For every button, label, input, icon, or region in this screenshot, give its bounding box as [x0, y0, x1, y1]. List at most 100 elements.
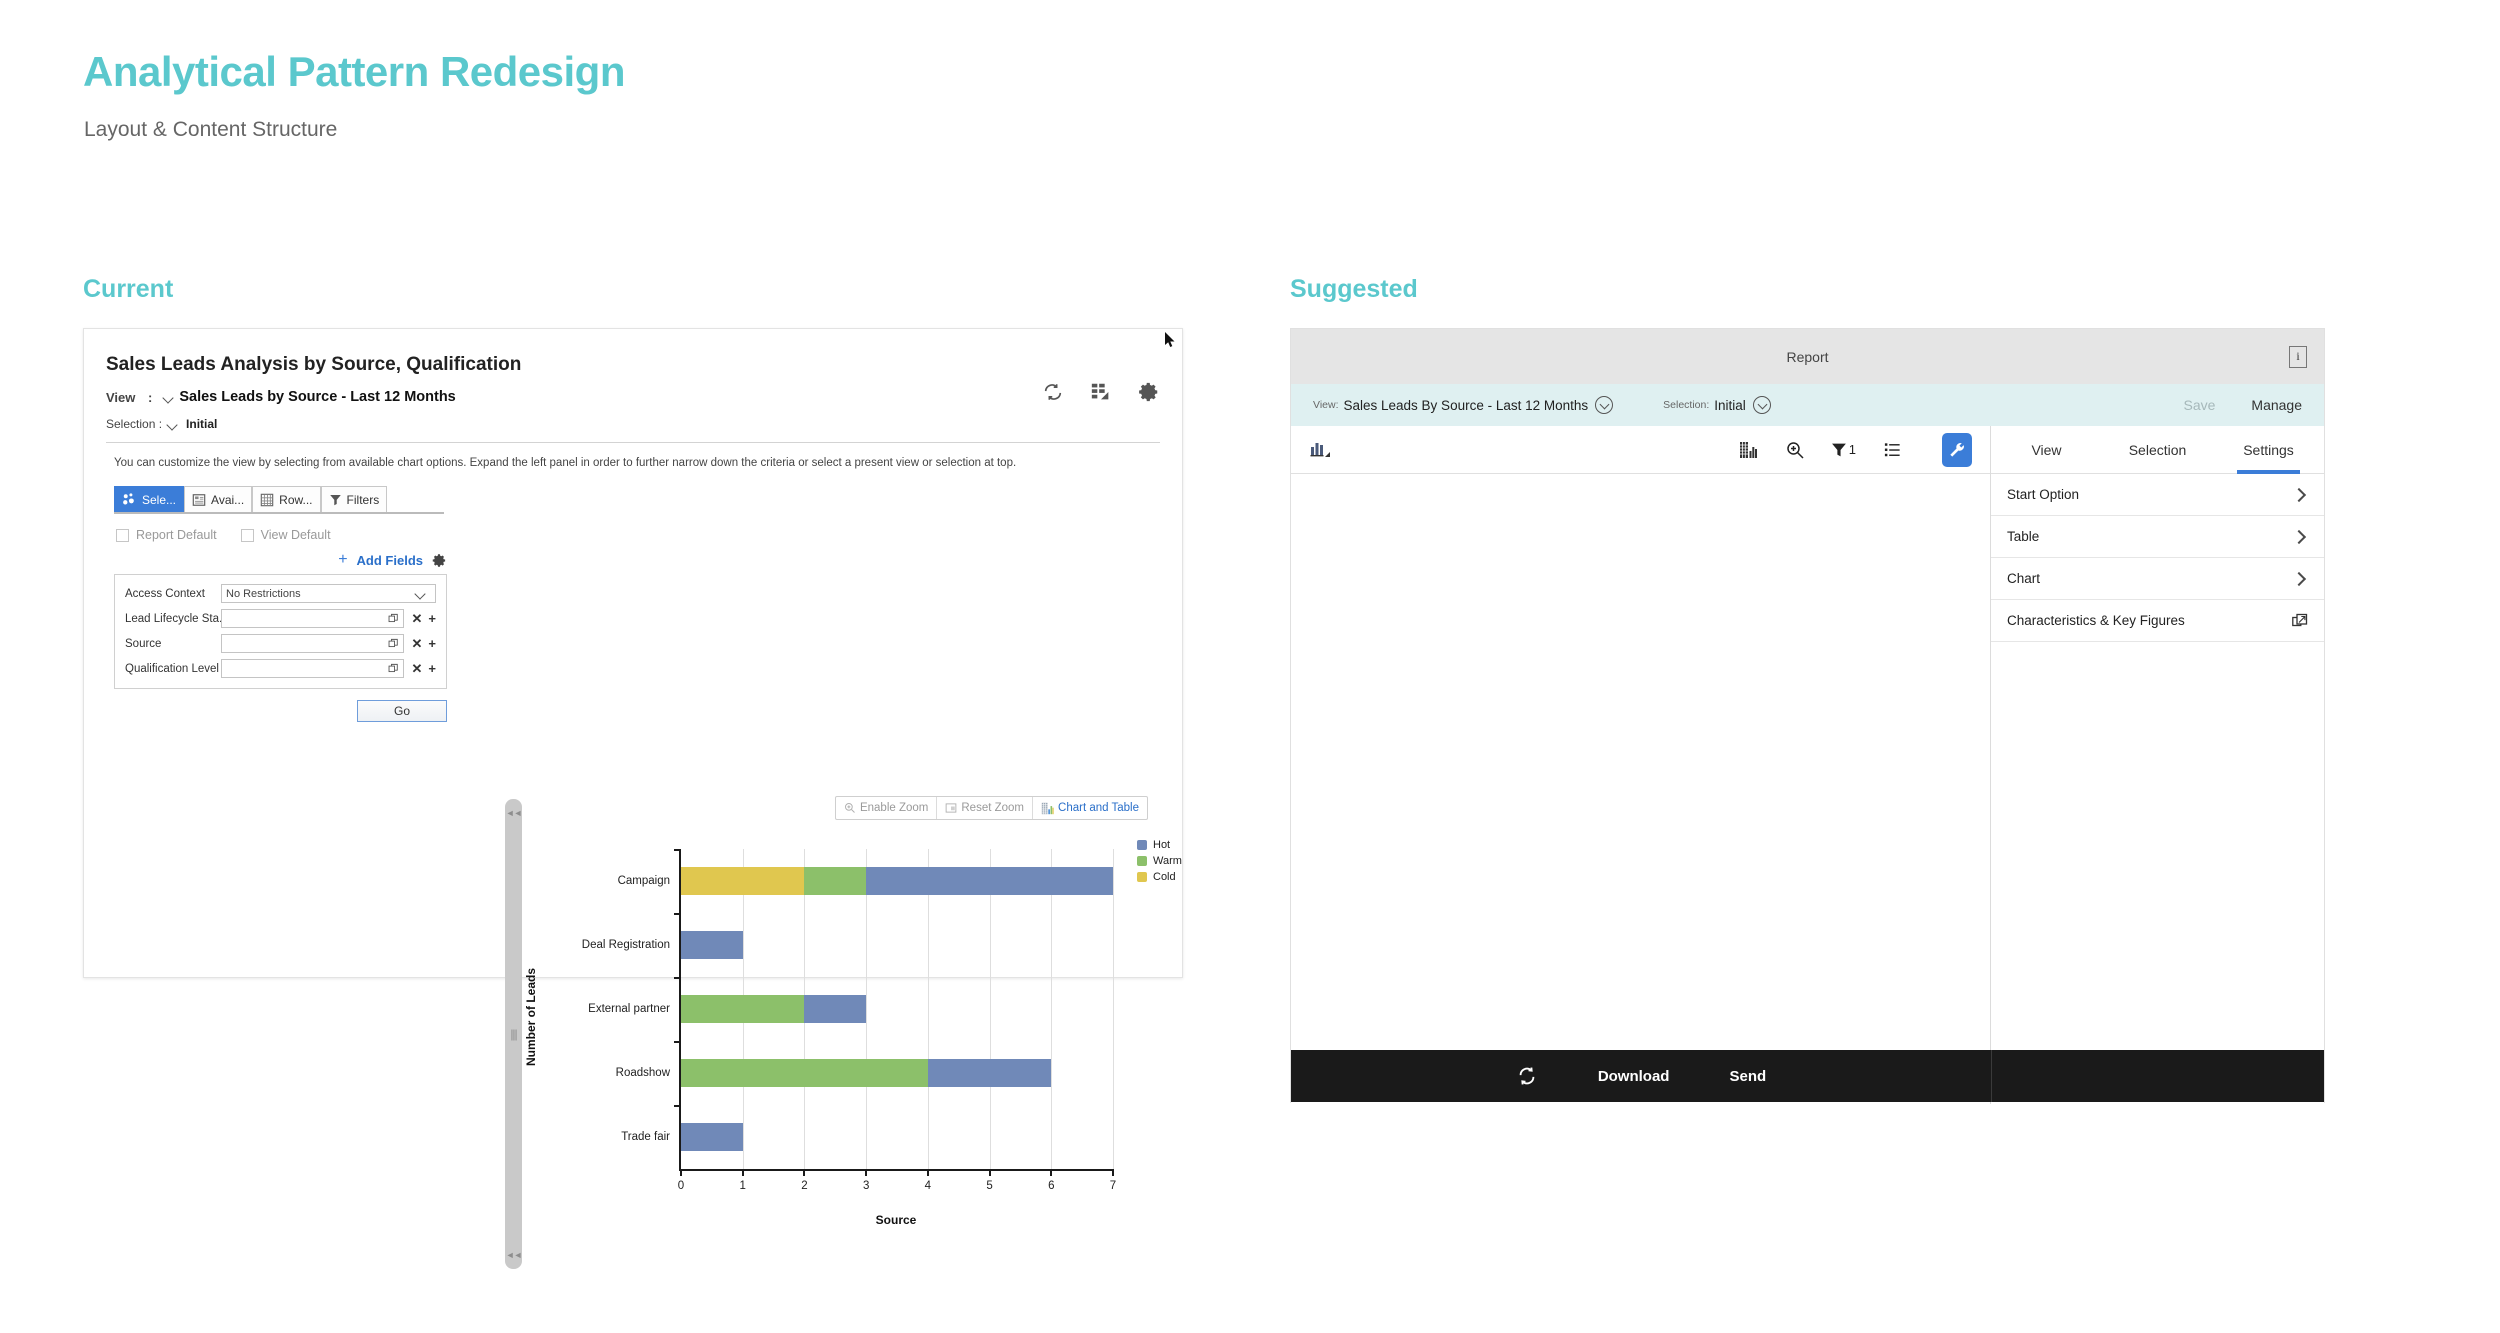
remove-field-icon[interactable]: ✕ — [412, 637, 423, 650]
legend-item[interactable]: Cold — [1137, 871, 1182, 883]
view-value[interactable]: Sales Leads by Source - Last 12 Months — [179, 389, 455, 405]
legend-item[interactable]: Warm — [1137, 855, 1182, 867]
access-context-select[interactable]: No Restrictions — [221, 584, 436, 603]
go-button[interactable]: Go — [357, 700, 447, 722]
checkbox-box[interactable] — [116, 528, 129, 542]
settings-item-label: Start Option — [2007, 487, 2080, 502]
chart-and-table-button[interactable]: Chart and Table — [1033, 797, 1147, 819]
settings-item-start-option[interactable]: Start Option — [1991, 474, 2324, 516]
x-axis-tick-label: 6 — [1048, 1180, 1055, 1192]
tab-available[interactable]: Avai... — [184, 486, 253, 512]
add-field-icon[interactable]: + — [428, 612, 436, 625]
save-button[interactable]: Save — [2183, 397, 2215, 413]
current-design-panel: Sales Leads Analysis by Source, Qualific… — [83, 328, 1183, 1269]
checkbox-view-default[interactable]: View Default — [240, 528, 331, 542]
settings-gear-icon[interactable] — [1138, 381, 1160, 403]
add-fields-link[interactable]: Add Fields — [357, 553, 423, 568]
manage-button[interactable]: Manage — [2251, 397, 2302, 413]
chart-bar[interactable] — [681, 1059, 1052, 1087]
table-grid-icon[interactable] — [1737, 439, 1759, 461]
page-subtitle: Layout & Content Structure — [84, 118, 338, 141]
enable-zoom-button[interactable]: Enable Zoom — [836, 797, 938, 819]
value-help-icon[interactable] — [388, 663, 399, 674]
legend-swatch — [1137, 856, 1147, 866]
add-field-icon[interactable]: + — [428, 662, 436, 675]
chart-type-icon[interactable] — [1309, 439, 1331, 461]
chart-table-toggle-icon[interactable] — [1090, 381, 1112, 403]
value-help-icon[interactable] — [388, 613, 399, 624]
refresh-icon[interactable] — [1516, 1065, 1538, 1087]
selection-value[interactable]: Initial — [186, 417, 217, 431]
collapse-left-icon-top[interactable]: ◄◄ — [506, 808, 523, 818]
selection-selector-row[interactable]: Selection : Initial — [106, 417, 217, 431]
enable-zoom-label: Enable Zoom — [859, 802, 929, 814]
view-selector-row[interactable]: View : Sales Leads by Source - Last 12 M… — [106, 389, 456, 405]
selection-group: Selection: Initial — [1663, 396, 1771, 414]
filter-fields-box: Access Context No Restrictions Lead Life… — [114, 574, 447, 689]
chart-bar-segment[interactable] — [804, 995, 867, 1023]
info-icon[interactable]: i — [2289, 345, 2307, 368]
settings-item-chart[interactable]: Chart — [1991, 558, 2324, 600]
tab-view[interactable]: View — [1991, 426, 2102, 473]
field-label: Qualification Level — [125, 662, 219, 675]
reset-zoom-icon — [946, 803, 957, 813]
settings-item-table[interactable]: Table — [1991, 516, 2324, 558]
reset-zoom-button[interactable]: Reset Zoom — [937, 797, 1034, 819]
panel-splitter[interactable]: ◄◄ ||| ◄◄ — [505, 799, 522, 1269]
selection-label: Selection: — [1663, 399, 1710, 411]
checkbox-box[interactable] — [240, 528, 254, 542]
chart-bar-segment[interactable] — [681, 1123, 743, 1151]
x-axis-tick-label: 7 — [1109, 1180, 1117, 1192]
chart-bar-segment[interactable] — [681, 867, 805, 895]
legend-item[interactable]: Hot — [1137, 839, 1182, 851]
wrench-icon[interactable] — [1942, 432, 1972, 467]
chart-bar-segment[interactable] — [681, 1059, 928, 1087]
available-fields-icon — [192, 493, 206, 506]
chart-bar[interactable] — [681, 995, 867, 1023]
download-button[interactable]: Download — [1598, 1068, 1670, 1085]
chart-bar[interactable] — [681, 1123, 743, 1151]
tab-rows[interactable]: Row... — [252, 486, 321, 512]
chart-bar-segment[interactable] — [804, 867, 867, 895]
chart-bar-segment[interactable] — [681, 995, 805, 1023]
tab-filters-label: Filters — [346, 492, 380, 507]
source-input[interactable] — [221, 634, 404, 653]
send-button[interactable]: Send — [1729, 1068, 1766, 1085]
remove-field-icon[interactable]: ✕ — [412, 662, 423, 675]
chevron-down-icon[interactable] — [162, 391, 175, 404]
lead-lifecycle-input[interactable] — [221, 609, 404, 628]
remove-field-icon[interactable]: ✕ — [412, 612, 423, 625]
chevron-down-icon[interactable] — [414, 587, 427, 600]
chart-bar-segment[interactable] — [927, 1059, 1052, 1087]
selection-value[interactable]: Initial — [1714, 398, 1746, 413]
chevron-down-icon[interactable] — [166, 418, 179, 431]
add-field-icon[interactable]: + — [428, 637, 436, 650]
refresh-icon[interactable] — [1042, 381, 1064, 403]
tab-selection[interactable]: Sele... — [114, 486, 185, 512]
chart-bar-segment[interactable] — [866, 867, 1113, 895]
chart-bar[interactable] — [681, 931, 743, 959]
selection-chevron-down-icon[interactable] — [1752, 396, 1771, 414]
view-chevron-down-icon[interactable] — [1595, 396, 1614, 414]
plus-icon[interactable]: + — [338, 552, 347, 568]
qualification-level-input[interactable] — [221, 659, 404, 678]
footer-actions: Download Send — [1291, 1065, 1991, 1087]
zoom-in-icon[interactable] — [1784, 439, 1806, 461]
value-help-icon[interactable] — [388, 638, 399, 649]
settings-gear-icon[interactable] — [432, 553, 447, 568]
tab-settings[interactable]: Settings — [2213, 426, 2324, 474]
tab-filters[interactable]: Filters — [320, 486, 388, 512]
settings-item-characteristics-key-figures[interactable]: Characteristics & Key Figures — [1991, 600, 2324, 642]
checkbox-report-default[interactable]: Report Default — [116, 528, 217, 542]
field-row-qualification-level: Qualification Level ✕ + — [125, 659, 436, 678]
filter-icon[interactable]: 1 — [1831, 439, 1856, 461]
tab-selection[interactable]: Selection — [2102, 426, 2213, 473]
view-value[interactable]: Sales Leads By Source - Last 12 Months — [1344, 398, 1589, 413]
splitter-grip[interactable]: ||| — [510, 1027, 517, 1041]
list-icon[interactable] — [1881, 439, 1903, 461]
chart-bar[interactable] — [681, 867, 1113, 895]
x-axis-tick-label: 0 — [677, 1180, 685, 1192]
chart-bar-segment[interactable] — [681, 931, 743, 959]
mouse-cursor-icon — [1165, 332, 1175, 347]
collapse-left-icon-bottom[interactable]: ◄◄ — [506, 1250, 523, 1260]
